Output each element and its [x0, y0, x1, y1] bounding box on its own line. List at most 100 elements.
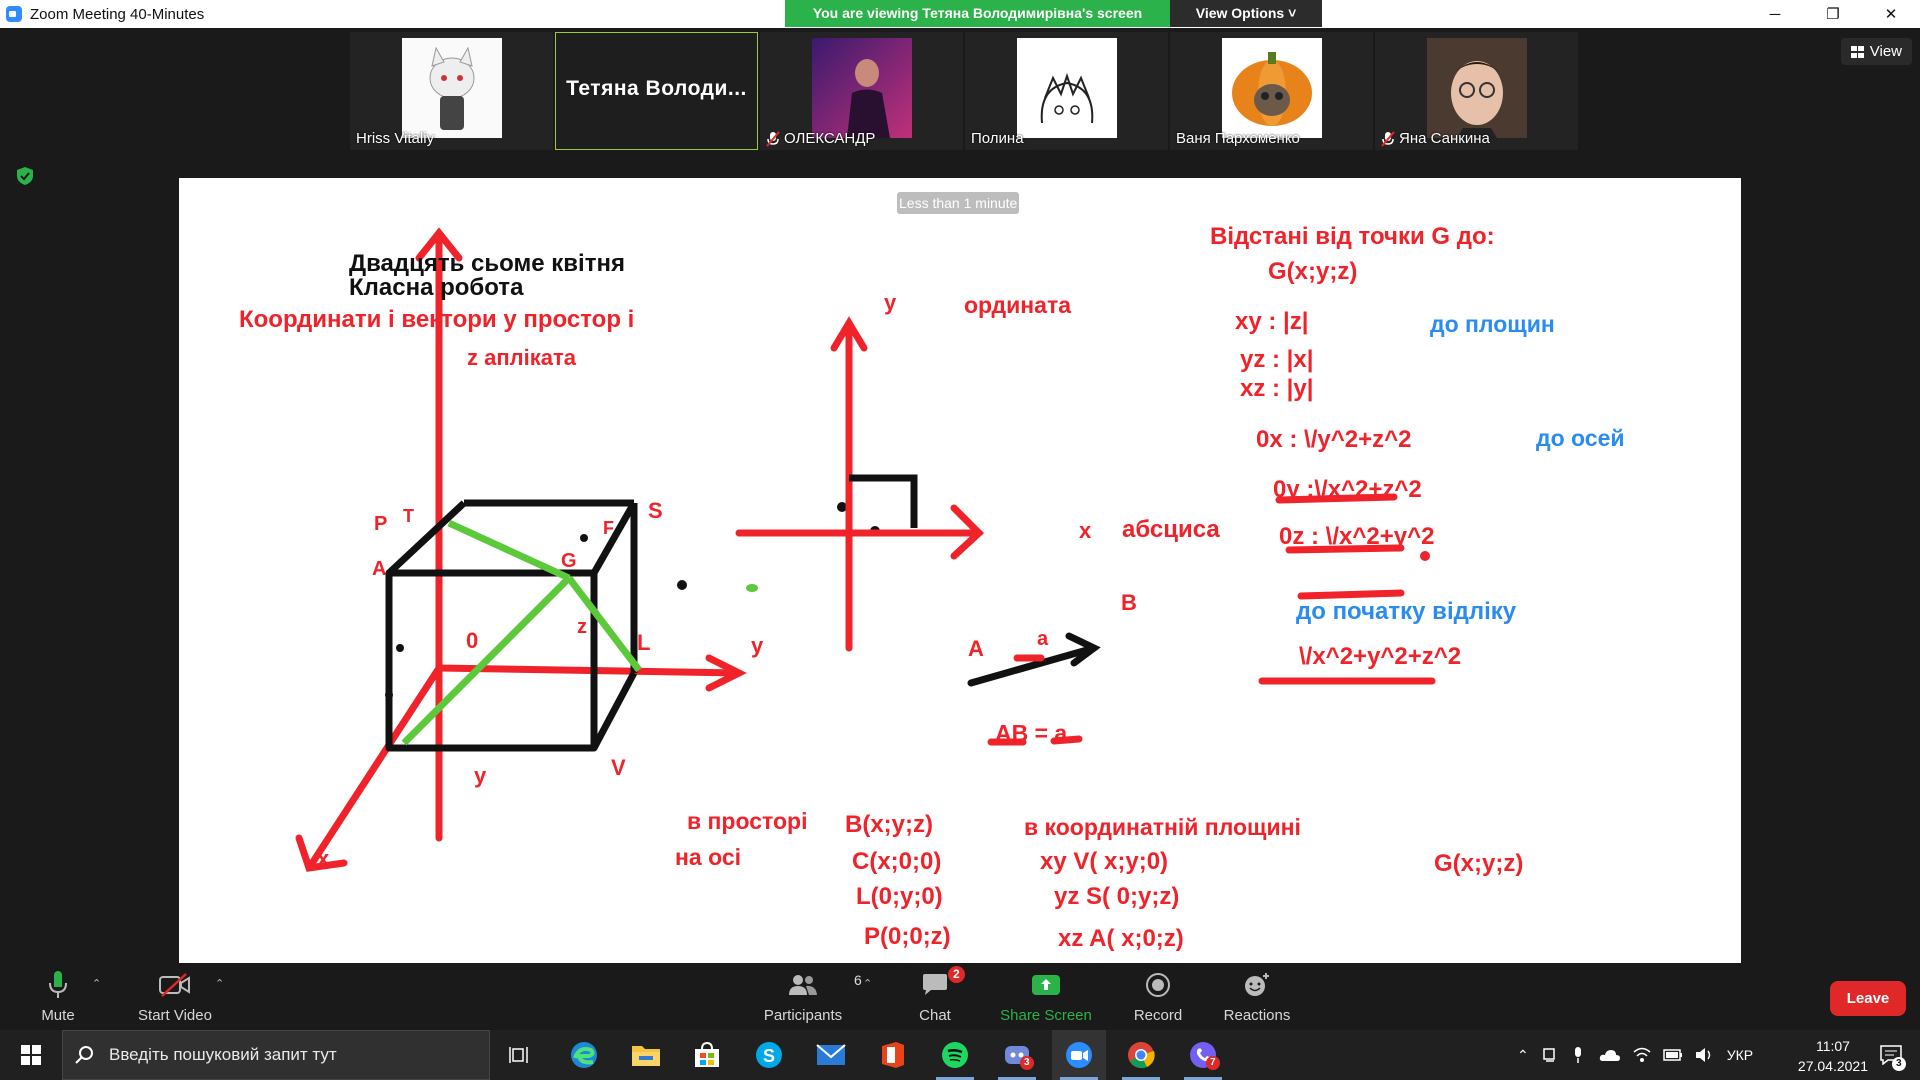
clock-time: 11:07: [1815, 1038, 1850, 1054]
language-indicator[interactable]: УКР: [1727, 1047, 1753, 1063]
windows-logo-icon: [21, 1045, 41, 1065]
minimize-button[interactable]: ─: [1746, 0, 1804, 28]
view-button-label: View: [1869, 43, 1902, 60]
participant-tile[interactable]: Ваня Пархоменко: [1170, 32, 1373, 150]
participant-tile[interactable]: Hriss Vitaliy: [350, 32, 553, 150]
share-banner: You are viewing Тетяна Володимирівна's s…: [785, 0, 1322, 27]
cube-label-t: T: [403, 506, 414, 526]
leave-button[interactable]: Leave: [1830, 981, 1906, 1016]
zoom-app-icon: [6, 6, 22, 22]
timer-badge: Less than 1 minute: [897, 192, 1020, 214]
notifications-button[interactable]: 3: [1864, 1030, 1918, 1080]
zoom-app[interactable]: [1052, 1030, 1106, 1080]
g-point-label: G(x;y;z): [1434, 850, 1524, 877]
start-button[interactable]: [4, 1030, 58, 1080]
record-button[interactable]: Record: [1130, 963, 1186, 1030]
axis-row-0x: 0x : \/y^2+z^2: [1256, 426, 1412, 453]
mute-options-caret[interactable]: ⌃: [92, 977, 101, 990]
taskbar-clock[interactable]: 11:07 27.04.2021: [1798, 1036, 1868, 1076]
point-b: B(x;y;z): [845, 811, 933, 838]
participant-tile-active[interactable]: Тетяна Володи...: [555, 32, 758, 150]
windows-taskbar: Введіть пошуковий запит тут S 3 7 ⌃ УКР …: [0, 1030, 1920, 1080]
mail-app[interactable]: [804, 1030, 858, 1080]
discord-badge: 3: [1020, 1056, 1034, 1070]
cube-label-z: z: [577, 616, 587, 638]
viber-app[interactable]: 7: [1176, 1030, 1230, 1080]
plane-row-xz: xz : |y|: [1240, 375, 1314, 402]
edge-app[interactable]: [557, 1030, 611, 1080]
discord-app[interactable]: 3: [990, 1030, 1044, 1080]
wifi-icon[interactable]: [1633, 1047, 1651, 1063]
cube-label-s: S: [648, 498, 663, 523]
store-app[interactable]: [680, 1030, 734, 1080]
taskbar-search-box[interactable]: Введіть пошуковий запит тут: [62, 1030, 490, 1080]
grid-view-icon: [1850, 45, 1864, 58]
meet-now-icon[interactable]: [1542, 1047, 1557, 1063]
cube-label-l: L: [637, 630, 651, 655]
vector-label-b-point: B: [1121, 590, 1137, 615]
point-v-plane: xy V( x;y;0): [1040, 848, 1169, 875]
mute-label: Mute: [41, 1007, 75, 1024]
skype-app[interactable]: S: [742, 1030, 796, 1080]
video-off-icon: [159, 973, 190, 997]
participant-tile[interactable]: ОЛЕКСАНДР: [760, 32, 963, 150]
encryption-shield-icon[interactable]: [17, 167, 33, 185]
participant-name-row: Яна Санкина: [1381, 130, 1490, 147]
file-explorer-app[interactable]: [619, 1030, 673, 1080]
participants-icon: [789, 975, 817, 995]
participants-options-caret[interactable]: ⌃: [863, 977, 872, 990]
microphone-icon: [49, 971, 67, 998]
window-title: Zoom Meeting 40-Minutes: [30, 5, 205, 23]
viewing-screen-message: You are viewing Тетяна Володимирівна's s…: [785, 0, 1170, 27]
share-screen-button[interactable]: Share Screen: [998, 963, 1094, 1030]
vector-equality: AB = a: [995, 720, 1068, 746]
reactions-button[interactable]: Reactions: [1222, 963, 1292, 1030]
participant-name: Полина: [971, 130, 1024, 147]
point-a-plane: xz A( x;0;z): [1058, 925, 1184, 952]
plane-y-label: y: [884, 290, 897, 315]
onedrive-icon[interactable]: [1599, 1048, 1621, 1062]
white-cat-character-avatar: [401, 38, 502, 138]
participant-tile[interactable]: Яна Санкина: [1375, 32, 1578, 150]
meeting-controls: Mute ⌃ Start Video ⌃ 6 Participants ⌃ 2 …: [0, 963, 1920, 1030]
spotify-app[interactable]: [928, 1030, 982, 1080]
participant-tile[interactable]: Полина: [965, 32, 1168, 150]
axis-row-0z: 0z : \/x^2+y^2: [1279, 523, 1435, 550]
cube-drawing: [385, 499, 638, 752]
origin-distance-formula: \/x^2+y^2+z^2: [1299, 643, 1462, 670]
show-hidden-icons-icon[interactable]: ⌃: [1517, 1047, 1529, 1064]
task-view-button[interactable]: [493, 1030, 547, 1080]
start-video-button[interactable]: Start Video: [135, 963, 215, 1030]
participant-gallery: Hriss Vitaliy Тетяна Володи... ОЛЕКСАНДР: [350, 32, 1578, 150]
axes-label: до осей: [1536, 425, 1625, 451]
chat-button[interactable]: 2 Chat: [910, 963, 965, 1030]
y-axis-label: y: [751, 633, 764, 658]
chrome-app[interactable]: [1114, 1030, 1168, 1080]
video-options-caret[interactable]: ⌃: [215, 977, 224, 990]
close-button[interactable]: ✕: [1862, 0, 1920, 28]
folder-icon: [632, 1046, 660, 1066]
participants-button[interactable]: 6 Participants: [760, 963, 862, 1030]
chat-label: Chat: [919, 1007, 951, 1024]
battery-icon[interactable]: [1662, 1049, 1683, 1061]
microsoft-store-icon: [695, 1041, 719, 1067]
meeting-area: Hriss Vitaliy Тетяна Володи... ОЛЕКСАНДР: [0, 28, 1920, 990]
clock-date: 27.04.2021: [1797, 1058, 1868, 1074]
participant-name: Hriss Vitaliy: [356, 130, 435, 147]
view-options-button[interactable]: View Options ˅: [1170, 0, 1322, 27]
participant-name-row: ОЛЕКСАНДР: [766, 130, 875, 147]
spotify-icon: [942, 1042, 968, 1068]
in-space-label: в просторі: [687, 808, 808, 834]
cube-label-f: F: [603, 518, 614, 538]
abscissa-label: абсциса: [1122, 516, 1220, 543]
on-axis-label: на осі: [675, 844, 742, 870]
cube-label-p: P: [374, 513, 388, 535]
mute-button[interactable]: Mute: [38, 963, 78, 1030]
planes-label: до площин: [1430, 311, 1555, 337]
mic-tray-icon[interactable]: [1573, 1046, 1583, 1064]
volume-icon[interactable]: [1695, 1047, 1713, 1063]
restore-button[interactable]: ❐: [1804, 0, 1862, 28]
office-app[interactable]: [866, 1030, 920, 1080]
skype-icon: S: [756, 1042, 782, 1068]
view-button[interactable]: View: [1840, 38, 1912, 65]
